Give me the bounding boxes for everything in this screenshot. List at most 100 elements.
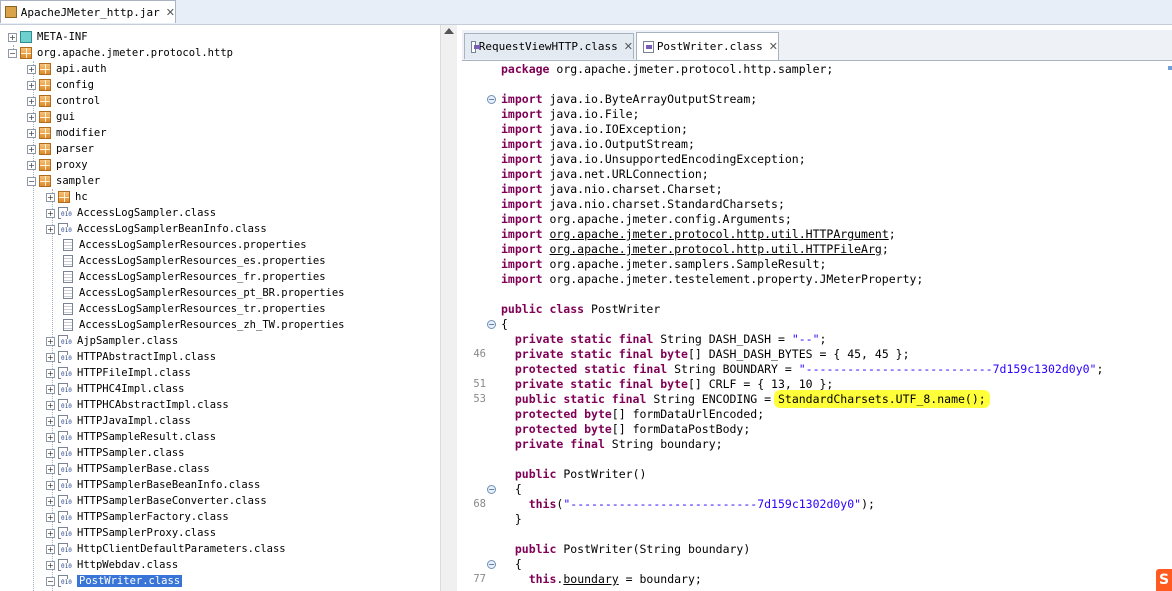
tree-node-class[interactable]: +010 HTTPSamplerProxy.class	[46, 525, 216, 541]
tree-scrollbar[interactable]	[440, 25, 457, 591]
package-icon	[39, 159, 51, 171]
tree-node-package[interactable]: + gui	[27, 109, 75, 125]
tree-node-properties[interactable]: AccessLogSamplerResources_zh_TW.properti…	[63, 317, 345, 333]
expand-icon[interactable]: +	[46, 560, 55, 570]
expand-icon[interactable]: +	[27, 64, 36, 74]
expand-icon[interactable]: +	[46, 480, 55, 490]
collapse-icon[interactable]: −	[27, 176, 36, 186]
folder-icon	[20, 31, 32, 43]
close-icon[interactable]: ✕	[624, 40, 633, 53]
tree-node-class[interactable]: +010 HTTPHCAbstractImpl.class	[46, 397, 229, 413]
code-area[interactable]: package org.apache.jmeter.protocol.http.…	[462, 61, 1172, 591]
tree-node-package[interactable]: + parser	[27, 141, 94, 157]
tree-node-class[interactable]: +010 HTTPSamplerBase.class	[46, 461, 210, 477]
expand-icon[interactable]: +	[27, 96, 36, 106]
expand-icon[interactable]: +	[27, 128, 36, 138]
expand-icon[interactable]: +	[46, 400, 55, 410]
tree-node-package[interactable]: + api.auth	[27, 61, 107, 77]
tree-node-class[interactable]: +010 HTTPSampler.class	[46, 445, 184, 461]
tree-node-class[interactable]: +010 HttpClientDefaultParameters.class	[46, 541, 286, 557]
line-number: 77	[473, 573, 486, 585]
tree-node-class-selected[interactable]: −010 PostWriter.class	[46, 573, 183, 589]
tree-node-class[interactable]: +010 HTTPSamplerBaseBeanInfo.class	[46, 477, 260, 493]
code-line: import java.net.URLConnection;	[501, 167, 709, 181]
line-number: 51	[473, 378, 486, 390]
tree-node-properties[interactable]: AccessLogSamplerResources_es.properties	[63, 253, 326, 269]
collapse-icon[interactable]: −	[8, 48, 17, 58]
tree-node-package[interactable]: + control	[27, 93, 100, 109]
expand-icon[interactable]: +	[46, 464, 55, 474]
expand-icon[interactable]: +	[27, 144, 36, 154]
tree-node-label: modifier	[56, 127, 107, 139]
fold-icon[interactable]: −	[487, 560, 496, 569]
tree-node-class[interactable]: +010 AjpSampler.class	[46, 333, 178, 349]
properties-file-icon	[63, 287, 73, 299]
expand-icon[interactable]: +	[27, 80, 36, 90]
tree-node-class[interactable]: +010 HTTPFileImpl.class	[46, 365, 191, 381]
tree-node-properties[interactable]: AccessLogSamplerResources_tr.properties	[63, 301, 326, 317]
expand-icon[interactable]: +	[46, 336, 55, 346]
expand-icon[interactable]: +	[46, 368, 55, 378]
tree-node-class[interactable]: +010 HTTPSamplerFactory.class	[46, 509, 229, 525]
expand-icon[interactable]: +	[46, 224, 55, 234]
tree-node-class[interactable]: +010 HttpWebdav.class	[46, 557, 178, 573]
expand-icon[interactable]: +	[46, 512, 55, 522]
scroll-up-icon[interactable]	[444, 28, 454, 34]
tree-node-class[interactable]: +010 HTTPAbstractImpl.class	[46, 349, 216, 365]
fold-icon[interactable]: −	[487, 485, 496, 494]
tab-requestviewhttp[interactable]: RequestViewHTTP.class ✕	[464, 33, 634, 59]
tree-node-class[interactable]: +010 HTTPSamplerBaseConverter.class	[46, 493, 267, 509]
code-line: import org.apache.jmeter.protocol.http.u…	[501, 242, 889, 256]
expand-icon[interactable]: +	[46, 496, 55, 506]
tree-node-class[interactable]: +010 HTTPJavaImpl.class	[46, 413, 191, 429]
tree-node-class[interactable]: +010 HTTPHC4Impl.class	[46, 381, 184, 397]
expand-icon[interactable]: +	[46, 352, 55, 362]
tree-node-label: org.apache.jmeter.protocol.http	[37, 47, 233, 59]
expand-icon[interactable]: +	[46, 384, 55, 394]
tree-node-package[interactable]: + proxy	[27, 157, 88, 173]
close-icon[interactable]: ✕	[769, 40, 778, 53]
line-number: 68	[473, 498, 486, 510]
properties-file-icon	[63, 303, 73, 315]
tree-node-properties[interactable]: AccessLogSamplerResources_pt_BR.properti…	[63, 285, 345, 301]
tree-node-class[interactable]: +010 AccessLogSampler.class	[46, 205, 216, 221]
expand-icon[interactable]: +	[46, 432, 55, 442]
tree-node-class[interactable]: +010 AccessLogSamplerBeanInfo.class	[46, 221, 267, 237]
tree-node-root-package[interactable]: − org.apache.jmeter.protocol.http	[8, 45, 233, 61]
tree-node-package[interactable]: + modifier	[27, 125, 107, 141]
expand-icon[interactable]: +	[46, 208, 55, 218]
tree-node-package[interactable]: − sampler	[27, 173, 100, 189]
tree-node-class[interactable]: +010 HTTPSampleResult.class	[46, 429, 216, 445]
overview-ruler-marker[interactable]	[1168, 66, 1172, 70]
expand-icon[interactable]: +	[46, 544, 55, 554]
tree-node-package[interactable]: + hc	[46, 189, 88, 205]
collapse-icon[interactable]: −	[46, 576, 55, 586]
archive-tab[interactable]: ApacheJMeter_http.jar ✕	[0, 0, 176, 23]
tree-node-label: AccessLogSamplerResources_tr.properties	[79, 303, 326, 315]
code-line: public class PostWriter	[501, 302, 661, 316]
tree-node-label: HTTPHCAbstractImpl.class	[77, 399, 229, 411]
expand-icon[interactable]: +	[46, 192, 55, 202]
properties-file-icon	[63, 255, 73, 267]
code-line: protected byte[] formDataUrlEncoded;	[514, 407, 765, 421]
fold-icon[interactable]: −	[487, 95, 496, 104]
expand-icon[interactable]: +	[46, 416, 55, 426]
tree-node-properties[interactable]: AccessLogSamplerResources_fr.properties	[63, 269, 326, 285]
tree-node-meta-inf[interactable]: + META-INF	[8, 29, 88, 45]
tab-postwriter[interactable]: PostWriter.class ✕	[636, 32, 779, 60]
expand-icon[interactable]: +	[8, 32, 17, 42]
expand-icon[interactable]: +	[46, 528, 55, 538]
fold-icon[interactable]: −	[487, 320, 496, 329]
code-line: import java.io.IOException;	[501, 122, 688, 136]
tree-node-package[interactable]: + config	[27, 77, 94, 93]
code-line: package org.apache.jmeter.protocol.http.…	[501, 62, 834, 76]
tree-node-properties[interactable]: AccessLogSamplerResources.properties	[63, 237, 307, 253]
close-icon[interactable]: ✕	[166, 6, 175, 19]
expand-icon[interactable]: +	[27, 160, 36, 170]
class-file-icon: 010	[58, 223, 74, 235]
package-icon	[39, 63, 51, 75]
editor-tab-bar: RequestViewHTTP.class ✕ PostWriter.class…	[462, 30, 1172, 61]
class-file-icon: 010	[58, 495, 74, 507]
expand-icon[interactable]: +	[27, 112, 36, 122]
expand-icon[interactable]: +	[46, 448, 55, 458]
